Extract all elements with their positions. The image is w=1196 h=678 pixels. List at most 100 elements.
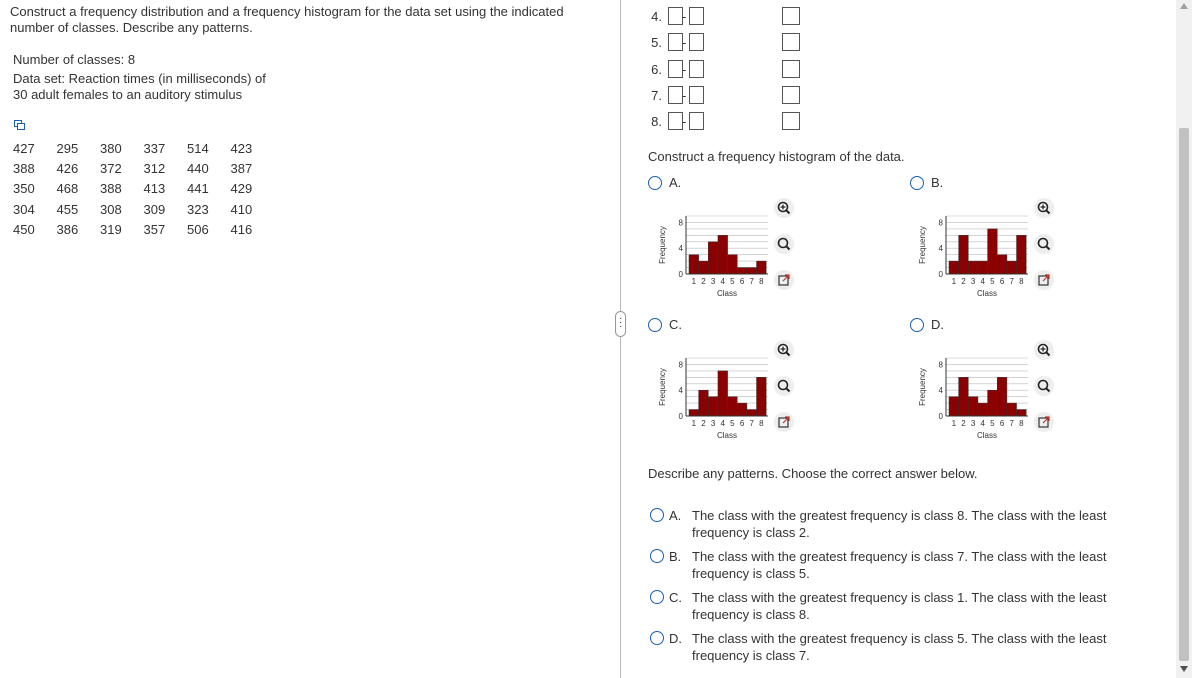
x-tick-label: 5 bbox=[990, 277, 995, 286]
histogram-bar bbox=[948, 260, 959, 275]
data-table: 427 295 380 337 514 423 388 426 372 312 440 387 350 4… bbox=[13, 138, 274, 240]
data-cell: 386 bbox=[56, 222, 79, 238]
scroll-up-arrow-icon[interactable] bbox=[1180, 3, 1188, 9]
zoom-in-icon[interactable] bbox=[774, 340, 794, 360]
frequency-input[interactable] bbox=[782, 7, 800, 25]
answer-text: The class with the greatest frequency is… bbox=[692, 508, 1107, 540]
answer-radio[interactable] bbox=[650, 590, 664, 604]
answer-text: The class with the greatest frequency is… bbox=[692, 590, 1107, 622]
zoom-out-icon[interactable] bbox=[1034, 376, 1054, 396]
class-lower-limit-input[interactable] bbox=[668, 7, 683, 25]
histogram-option-radio[interactable] bbox=[648, 318, 662, 332]
frequency-input[interactable] bbox=[782, 86, 800, 104]
class-number: 7. bbox=[651, 88, 662, 103]
histogram-bar bbox=[746, 267, 757, 275]
x-tick-label: 3 bbox=[971, 277, 976, 286]
x-tick-label: 2 bbox=[961, 277, 966, 286]
data-set-line2: 30 adult females to an auditory stimulus bbox=[13, 87, 243, 102]
frequency-input[interactable] bbox=[782, 112, 800, 130]
y-tick-label: 8 bbox=[679, 218, 684, 227]
histogram-option-radio[interactable] bbox=[910, 318, 924, 332]
histogram-option-radio[interactable] bbox=[648, 176, 662, 190]
y-tick-label: 8 bbox=[679, 360, 684, 369]
histogram-bar bbox=[698, 260, 709, 275]
histogram-bar bbox=[977, 260, 988, 275]
x-tick-label: 6 bbox=[740, 277, 745, 286]
answer-radio[interactable] bbox=[650, 631, 664, 645]
scroll-down-arrow-icon[interactable] bbox=[1180, 666, 1188, 672]
y-tick-label: 4 bbox=[939, 386, 944, 395]
histogram-option-radio[interactable] bbox=[910, 176, 924, 190]
x-axis-label: Class bbox=[717, 431, 737, 440]
zoom-in-icon[interactable] bbox=[774, 198, 794, 218]
x-tick-label: 6 bbox=[1000, 419, 1005, 428]
open-in-new-window-icon[interactable] bbox=[1034, 270, 1054, 290]
x-tick-label: 4 bbox=[981, 419, 986, 428]
zoom-in-icon[interactable] bbox=[1034, 340, 1054, 360]
x-tick-label: 8 bbox=[759, 419, 764, 428]
class-separator: - bbox=[682, 9, 687, 24]
class-upper-limit-input[interactable] bbox=[689, 7, 704, 25]
x-tick-label: 2 bbox=[701, 419, 706, 428]
class-upper-limit-input[interactable] bbox=[689, 86, 704, 104]
frequency-input[interactable] bbox=[782, 33, 800, 51]
answer-option[interactable]: D. The class with the greatest frequency … bbox=[648, 630, 1118, 666]
histogram-bar bbox=[996, 254, 1008, 275]
histogram-bar bbox=[746, 409, 757, 417]
data-cell: 440 bbox=[187, 161, 209, 177]
histogram-bar bbox=[727, 396, 738, 417]
x-tick-label: 3 bbox=[711, 277, 716, 286]
copy-data-icon[interactable] bbox=[14, 120, 25, 130]
histogram-bar bbox=[756, 377, 767, 417]
class-upper-limit-input[interactable] bbox=[689, 33, 704, 51]
data-cell: 312 bbox=[143, 161, 166, 177]
y-axis-label: Frequency bbox=[658, 368, 667, 406]
class-upper-limit-input[interactable] bbox=[689, 60, 704, 78]
answer-radio[interactable] bbox=[650, 508, 664, 522]
class-lower-limit-input[interactable] bbox=[668, 33, 683, 51]
zoom-out-icon[interactable] bbox=[1034, 234, 1054, 254]
answer-option[interactable]: B. The class with the greatest frequency … bbox=[648, 548, 1118, 584]
answer-option[interactable]: A. The class with the greatest frequency … bbox=[648, 507, 1118, 543]
zoom-in-icon[interactable] bbox=[1034, 198, 1054, 218]
y-tick-label: 4 bbox=[679, 386, 684, 395]
class-number: 5. bbox=[651, 35, 662, 50]
open-in-new-window-icon[interactable] bbox=[774, 412, 794, 432]
histogram-bar bbox=[1006, 402, 1017, 417]
x-tick-label: 3 bbox=[711, 419, 716, 428]
data-cell: 416 bbox=[230, 222, 253, 238]
zoom-out-icon[interactable] bbox=[774, 376, 794, 396]
data-cell: 468 bbox=[56, 181, 79, 197]
data-set-line1: Data set: Reaction times (in millisecond… bbox=[13, 71, 266, 86]
answer-option[interactable]: C. The class with the greatest frequency … bbox=[648, 589, 1118, 625]
class-lower-limit-input[interactable] bbox=[668, 60, 683, 78]
data-cell: 387 bbox=[230, 161, 253, 177]
histogram-bar bbox=[736, 267, 748, 275]
open-in-new-window-icon[interactable] bbox=[774, 270, 794, 290]
class-lower-limit-input[interactable] bbox=[668, 112, 683, 130]
scrollbar-thumb[interactable] bbox=[1179, 128, 1189, 661]
class-upper-limit-input[interactable] bbox=[689, 112, 704, 130]
data-cell: 413 bbox=[143, 181, 166, 197]
class-lower-limit-input[interactable] bbox=[668, 86, 683, 104]
class-separator: - bbox=[682, 62, 687, 77]
data-cell: 423 bbox=[230, 140, 253, 156]
pane-resize-handle[interactable]: · · · bbox=[615, 311, 626, 337]
open-in-new-window-icon[interactable] bbox=[1034, 412, 1054, 432]
x-tick-label: 8 bbox=[759, 277, 764, 286]
data-cell: 319 bbox=[100, 222, 122, 238]
x-axis-label: Class bbox=[717, 289, 737, 298]
histogram-bar bbox=[958, 377, 969, 417]
data-cell: 380 bbox=[100, 140, 122, 156]
histogram-bar bbox=[717, 235, 728, 275]
class-separator: - bbox=[682, 88, 687, 103]
answer-radio[interactable] bbox=[650, 549, 664, 563]
histogram-option-letter: D. bbox=[931, 317, 944, 332]
histogram-bar bbox=[948, 396, 959, 417]
zoom-out-icon[interactable] bbox=[774, 234, 794, 254]
x-tick-label: 3 bbox=[971, 419, 976, 428]
y-tick-label: 0 bbox=[679, 270, 684, 279]
histogram-bar bbox=[968, 396, 979, 417]
frequency-input[interactable] bbox=[782, 60, 800, 78]
y-tick-label: 8 bbox=[939, 218, 944, 227]
